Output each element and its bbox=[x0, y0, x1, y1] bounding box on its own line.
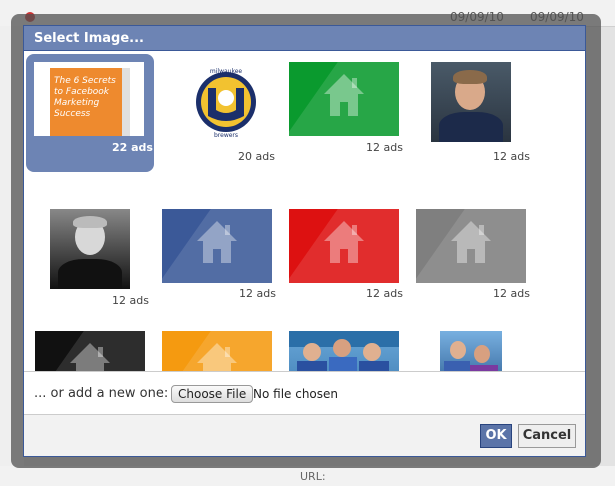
image-tile[interactable] bbox=[28, 323, 156, 371]
house-placeholder-image bbox=[162, 209, 272, 283]
image-tile[interactable] bbox=[282, 323, 410, 371]
ads-count: 12 ads bbox=[239, 287, 276, 300]
ok-button[interactable]: OK bbox=[480, 424, 512, 448]
profile-photo-image bbox=[431, 62, 511, 142]
ads-count: 12 ads bbox=[493, 150, 530, 163]
image-tile[interactable]: 12 ads bbox=[155, 199, 283, 317]
image-tile[interactable]: The 6 Secrets to Facebook Marketing Succ… bbox=[26, 54, 154, 172]
choose-file-button[interactable]: Choose File bbox=[171, 385, 254, 403]
image-tile[interactable]: 12 ads bbox=[409, 199, 537, 317]
cancel-button[interactable]: Cancel bbox=[518, 424, 576, 448]
house-icon bbox=[324, 221, 364, 263]
house-placeholder-image bbox=[35, 331, 145, 371]
dialog-title: Select Image... bbox=[34, 31, 144, 46]
image-tile[interactable]: 12 ads bbox=[42, 199, 170, 317]
house-placeholder-image bbox=[162, 331, 272, 371]
ads-count: 12 ads bbox=[366, 287, 403, 300]
book-title-text: The 6 Secrets to Facebook Marketing Succ… bbox=[54, 76, 116, 119]
logo-top-text: milwaukee bbox=[210, 68, 243, 75]
book-cover-image: The 6 Secrets to Facebook Marketing Succ… bbox=[34, 62, 144, 136]
ads-count: 22 ads bbox=[112, 141, 153, 154]
ads-count: 12 ads bbox=[493, 287, 530, 300]
house-icon bbox=[197, 221, 237, 263]
ads-count: 20 ads bbox=[238, 150, 275, 163]
image-grid[interactable]: The 6 Secrets to Facebook Marketing Succ… bbox=[24, 51, 585, 371]
image-tile[interactable]: 12 ads bbox=[282, 54, 410, 172]
ads-count: 12 ads bbox=[112, 294, 149, 307]
house-placeholder-image bbox=[289, 209, 399, 283]
background-footer: URL: bbox=[0, 466, 615, 486]
upload-label: ... or add a new one: bbox=[34, 386, 169, 401]
profile-photo-bw-image bbox=[50, 209, 130, 289]
house-placeholder-image bbox=[416, 209, 526, 283]
image-tile[interactable] bbox=[155, 323, 283, 371]
ads-count: 12 ads bbox=[366, 141, 403, 154]
url-label: URL: bbox=[300, 470, 326, 483]
house-icon bbox=[197, 343, 237, 371]
dialog-titlebar: Select Image... bbox=[24, 26, 585, 51]
dialog-button-bar: OK Cancel bbox=[24, 414, 585, 456]
house-placeholder-image bbox=[289, 62, 399, 136]
upload-section: ... or add a new one: Choose File No fil… bbox=[24, 371, 585, 414]
image-tile[interactable] bbox=[424, 323, 552, 371]
runners-group-photo bbox=[289, 331, 399, 371]
runners-pair-photo bbox=[440, 331, 502, 371]
no-file-chosen-text: No file chosen bbox=[253, 387, 339, 401]
image-tile[interactable]: 12 ads bbox=[424, 54, 552, 172]
house-icon bbox=[324, 74, 364, 116]
select-image-dialog: Select Image... The 6 Secrets to Faceboo… bbox=[23, 25, 586, 457]
logo-bottom-text: brewers bbox=[214, 132, 238, 138]
house-icon bbox=[451, 221, 491, 263]
house-icon bbox=[70, 343, 110, 371]
brewers-logo-image: milwaukee brewers bbox=[194, 64, 258, 138]
image-tile[interactable]: 12 ads bbox=[282, 199, 410, 317]
